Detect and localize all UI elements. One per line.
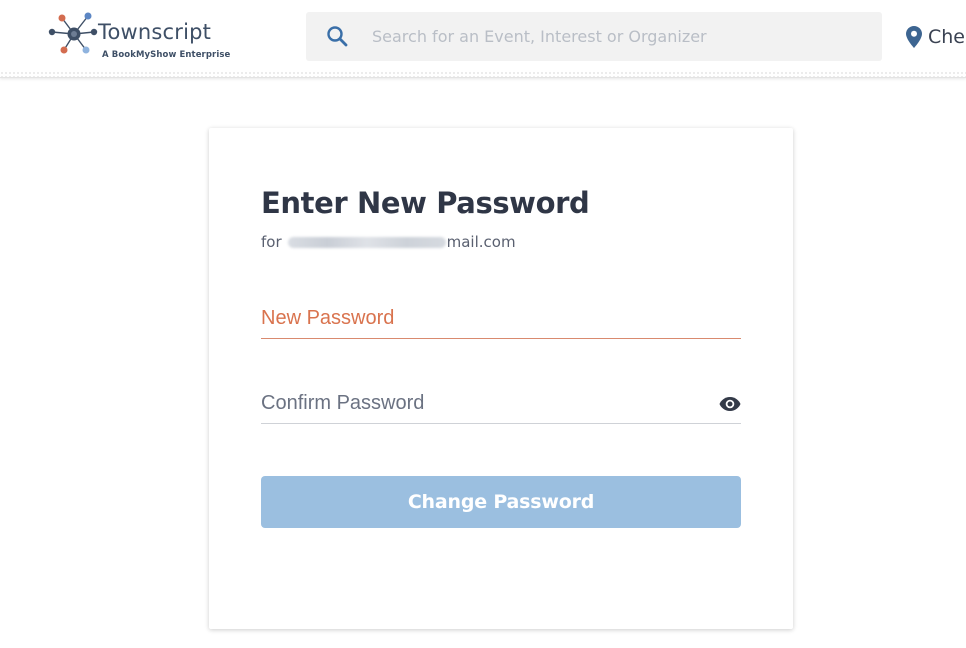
new-password-input[interactable] <box>261 293 701 339</box>
townscript-logo[interactable]: Townscript A BookMyShow Enterprise <box>48 10 238 66</box>
location-pin-icon <box>906 26 922 48</box>
new-password-field[interactable]: New Password <box>261 293 741 339</box>
email-line: for mail.com <box>261 232 516 252</box>
email-prefix: for <box>261 233 282 251</box>
eye-icon[interactable] <box>719 396 741 412</box>
search-bar[interactable] <box>306 12 882 61</box>
change-password-button[interactable]: Change Password <box>261 476 741 528</box>
confirm-password-input[interactable] <box>261 378 701 424</box>
password-reset-card: Enter New Password for mail.com New Pass… <box>209 128 793 629</box>
page-title: Enter New Password <box>261 186 590 220</box>
logo-name: Townscript <box>98 20 212 44</box>
logo-tagline: A BookMyShow Enterprise <box>102 50 231 60</box>
header-divider <box>0 71 966 77</box>
confirm-password-field[interactable]: Confirm Password <box>261 378 741 424</box>
top-header: Townscript A BookMyShow Enterprise Che <box>0 0 966 78</box>
search-input[interactable] <box>372 12 862 61</box>
townscript-logo-icon <box>48 12 98 54</box>
location-label: Che <box>928 26 965 48</box>
search-icon[interactable] <box>326 25 348 47</box>
email-redacted <box>287 236 446 248</box>
location-selector[interactable]: Che <box>906 24 965 50</box>
email-suffix: mail.com <box>446 233 516 251</box>
